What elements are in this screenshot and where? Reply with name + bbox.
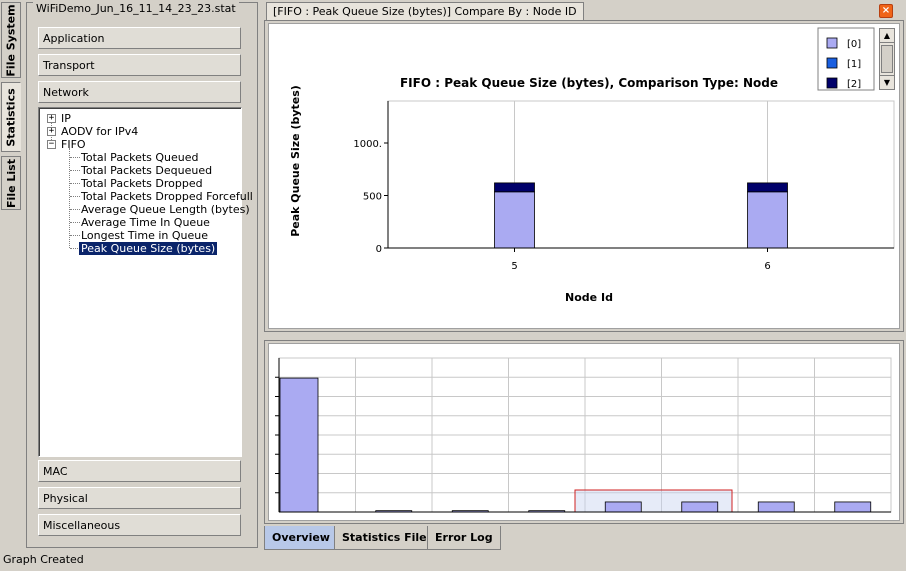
bar-5-series-2: [494, 182, 535, 193]
legend-entry: [2]: [847, 79, 861, 90]
tree-connector: [70, 209, 80, 210]
legend-entry: [1]: [847, 59, 861, 70]
overview-bar: [604, 501, 642, 513]
y-tick-label: 1000.: [353, 139, 382, 150]
overview-frame: [264, 340, 904, 524]
plot-area: [387, 100, 895, 249]
tab-statistics-label: Statistics: [4, 87, 18, 147]
overview-bar: [834, 501, 872, 513]
legend-swatch: [826, 77, 838, 89]
chart-frame: FIFO : Peak Queue Size (bytes), Comparis…: [264, 20, 904, 332]
overview-bar: [279, 377, 319, 513]
tree-connector: [70, 170, 80, 171]
tab-statistics[interactable]: Statistics: [1, 82, 21, 152]
x-axis-label: Node Id: [565, 291, 613, 304]
tab-error-log[interactable]: Error Log: [427, 526, 501, 550]
overview-bar: [681, 501, 719, 513]
tab-file-list-label: File List: [4, 158, 18, 208]
scroll-up-icon[interactable]: ▲: [880, 29, 894, 43]
category-physical[interactable]: Physical: [38, 487, 241, 509]
overview-chart[interactable]: [269, 344, 899, 520]
tree-item-peak-queue-size[interactable]: Peak Queue Size (bytes): [79, 242, 218, 255]
tree-connector: [70, 196, 80, 197]
collapse-fifo-icon[interactable]: −: [47, 140, 56, 149]
graph-area: [FIFO : Peak Queue Size (bytes)] Compare…: [262, 0, 906, 550]
category-network[interactable]: Network: [38, 81, 241, 103]
tab-overview[interactable]: Overview: [264, 526, 338, 550]
tree-connector: [69, 148, 70, 248]
tree-item-average-time-in-queue[interactable]: Average Time In Queue: [81, 216, 210, 229]
legend-scrollbar[interactable]: ▲ ▼: [879, 28, 895, 90]
tree-item-total-packets-queued[interactable]: Total Packets Queued: [81, 151, 199, 164]
bar-6-series-0: [747, 191, 788, 249]
chart-canvas: FIFO : Peak Queue Size (bytes), Comparis…: [268, 23, 900, 329]
overview-bar: [757, 501, 795, 513]
main-chart: FIFO : Peak Queue Size (bytes), Comparis…: [289, 27, 895, 304]
legend-swatch: [826, 57, 838, 69]
y-tick-label: 500: [363, 192, 382, 203]
tree-item-ip[interactable]: IP: [61, 112, 71, 125]
x-tick-label: 6: [764, 261, 770, 272]
scroll-thumb[interactable]: [881, 45, 893, 73]
status-bar: Graph Created: [3, 553, 84, 566]
x-tick-label: 5: [511, 261, 517, 272]
tree-item-aodv[interactable]: AODV for IPv4: [61, 125, 138, 138]
tree-connector: [70, 235, 80, 236]
legend-box: [817, 27, 875, 91]
tree-item-fifo[interactable]: FIFO: [61, 138, 86, 151]
category-miscellaneous[interactable]: Miscellaneous: [38, 514, 241, 536]
statistics-tree[interactable]: + IP + AODV for IPv4 − FIFO Total Packet…: [38, 107, 253, 457]
tab-file-system[interactable]: File System: [1, 2, 21, 78]
tree-item-total-packets-dropped-forcefull[interactable]: Total Packets Dropped Forcefull: [81, 190, 253, 203]
tree-item-longest-time-in-queue[interactable]: Longest Time in Queue: [81, 229, 208, 242]
category-mac[interactable]: MAC: [38, 460, 241, 482]
bar-6-series-2: [747, 182, 788, 193]
tree-item-average-queue-length[interactable]: Average Queue Length (bytes): [81, 203, 250, 216]
overview-canvas[interactable]: [268, 343, 900, 521]
tree-connector: [70, 183, 80, 184]
tab-statistics-file[interactable]: Statistics File: [334, 526, 435, 550]
tree-item-total-packets-dropped[interactable]: Total Packets Dropped: [81, 177, 203, 190]
tab-file-list[interactable]: File List: [1, 156, 21, 210]
category-application[interactable]: Application: [38, 27, 241, 49]
legend: [0] [1] [2]: [817, 27, 875, 91]
chart-title: FIFO : Peak Queue Size (bytes), Comparis…: [400, 76, 778, 90]
tree-connector: [70, 157, 80, 158]
stat-file-title: WiFiDemo_Jun_16_11_14_23_23.stat: [33, 2, 239, 15]
tree-connector: [70, 222, 80, 223]
legend-entry: [0]: [847, 39, 861, 50]
tree-item-total-packets-dequeued[interactable]: Total Packets Dequeued: [81, 164, 212, 177]
document-tab[interactable]: [FIFO : Peak Queue Size (bytes)] Compare…: [266, 2, 584, 21]
expand-aodv-icon[interactable]: +: [47, 127, 56, 136]
y-tick-label: 0: [376, 244, 382, 255]
category-transport[interactable]: Transport: [38, 54, 241, 76]
expand-ip-icon[interactable]: +: [47, 114, 56, 123]
bar-5-series-0: [494, 191, 535, 249]
y-axis-label: Peak Queue Size (bytes): [289, 85, 302, 237]
legend-swatch: [826, 37, 838, 49]
scroll-down-icon[interactable]: ▼: [880, 75, 894, 89]
side-tab-strip: File System Statistics File List: [0, 0, 22, 550]
statistics-panel: WiFiDemo_Jun_16_11_14_23_23.stat Applica…: [26, 2, 258, 548]
tab-file-system-label: File System: [4, 3, 18, 77]
close-icon[interactable]: ×: [879, 4, 893, 18]
